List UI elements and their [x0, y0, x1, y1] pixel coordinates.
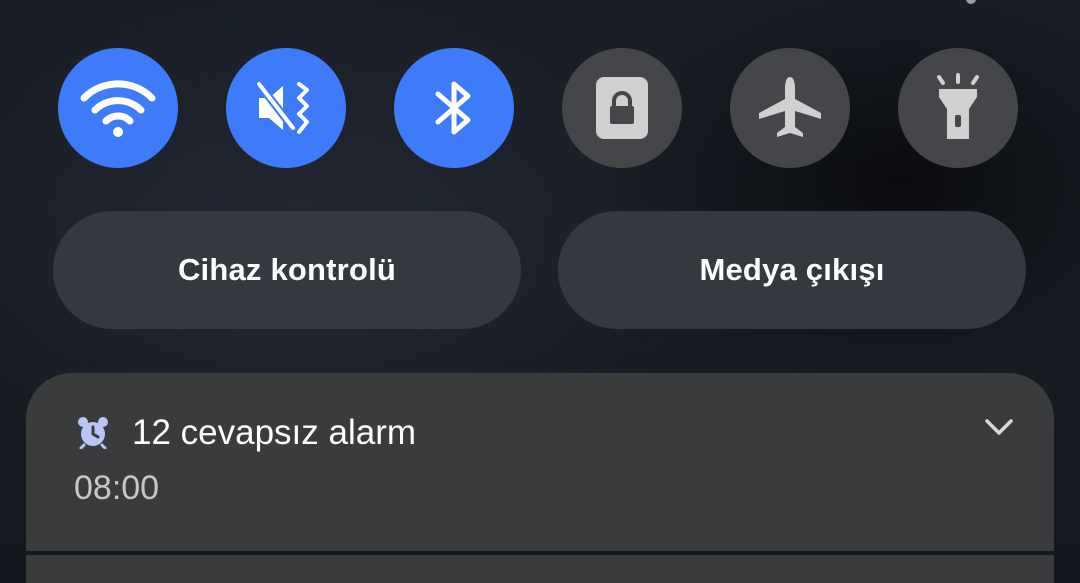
- next-notification-edge: [26, 555, 1054, 583]
- airplane-mode-tile[interactable]: [730, 48, 850, 168]
- portrait-lock-tile[interactable]: [562, 48, 682, 168]
- wifi-tile[interactable]: [58, 48, 178, 168]
- portrait-lock-icon: [596, 77, 648, 139]
- sound-mode-tile[interactable]: [226, 48, 346, 168]
- bluetooth-icon: [435, 81, 471, 135]
- bluetooth-tile[interactable]: [394, 48, 514, 168]
- wifi-icon: [80, 80, 156, 137]
- notification-title: 12 cevapsız alarm: [132, 413, 417, 452]
- flashlight-icon: [937, 73, 979, 139]
- sound-off-vibrate-icon: [255, 81, 309, 134]
- device-control-label: Cihaz kontrolü: [177, 252, 397, 287]
- media-output-button[interactable]: Medya çıkışı: [558, 211, 1026, 329]
- device-control-button[interactable]: Cihaz kontrolü: [53, 211, 521, 329]
- chevron-down-icon[interactable]: [984, 417, 1014, 437]
- notification-time: 08:00: [74, 469, 160, 507]
- status-bar-indicator: [966, 0, 976, 4]
- media-output-label: Medya çıkışı: [699, 252, 885, 287]
- airplane-icon: [759, 77, 821, 137]
- alarm-clock-icon: [78, 417, 108, 449]
- missed-alarm-notification[interactable]: 12 cevapsız alarm 08:00: [26, 373, 1054, 551]
- flashlight-tile[interactable]: [898, 48, 1018, 168]
